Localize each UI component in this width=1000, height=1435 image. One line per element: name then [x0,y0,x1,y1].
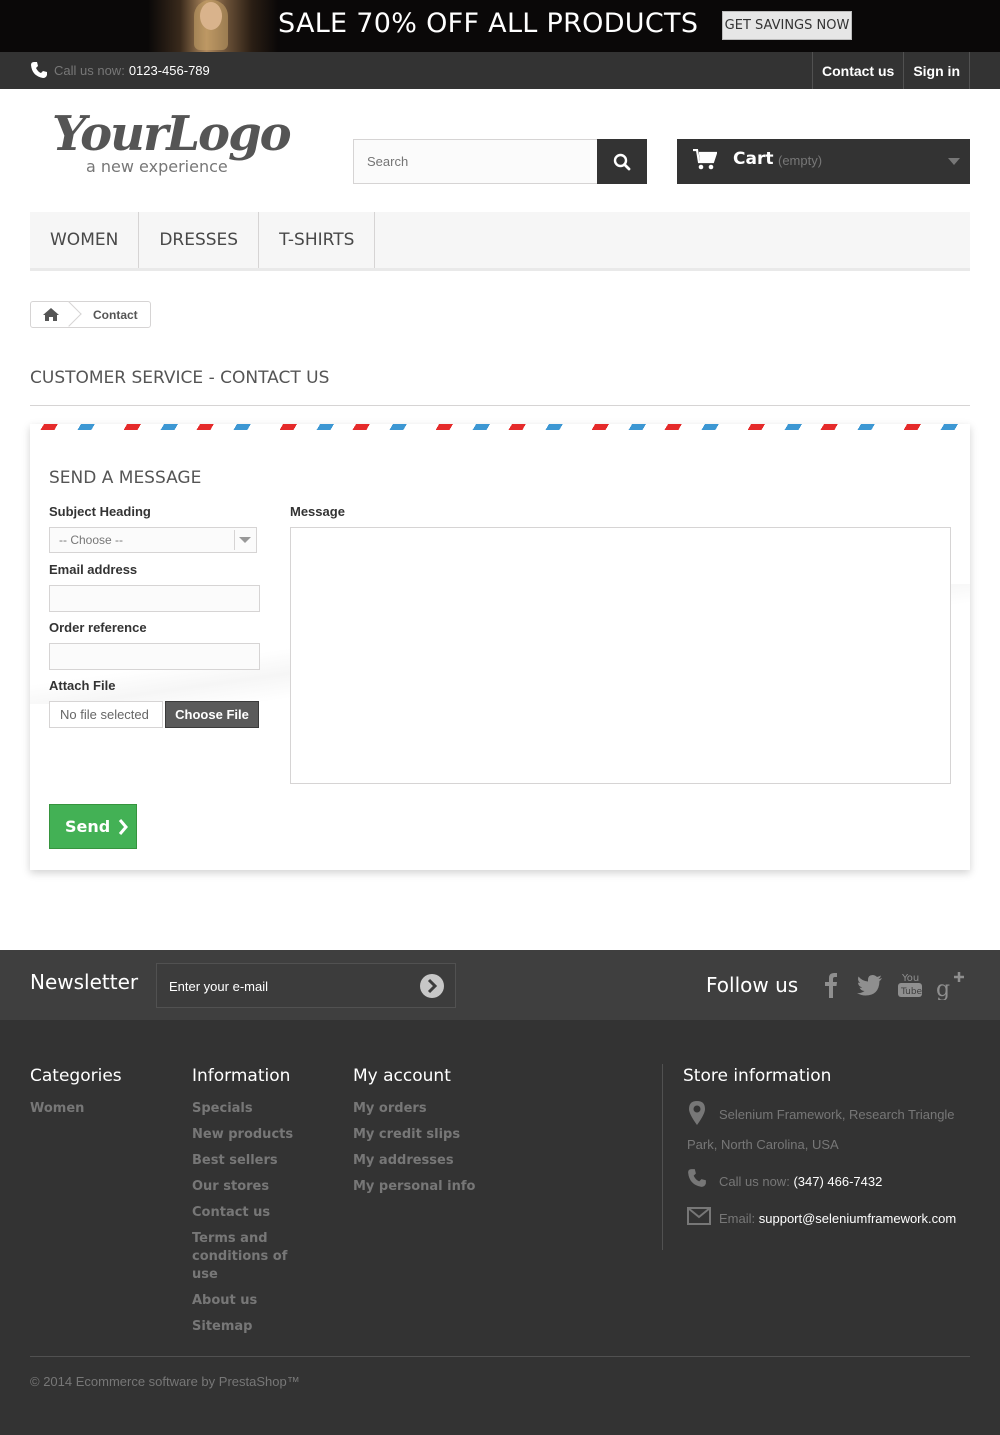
information-title: Information [192,1066,291,1086]
contact-form: SEND A MESSAGE Subject Heading -- Choose… [30,424,970,870]
subject-select[interactable]: -- Choose -- [49,527,257,553]
choose-file-button[interactable]: Choose File [165,701,259,728]
phone-icon [688,1169,706,1187]
store-logo[interactable]: YourLogo a new experience [52,106,292,186]
menu-item-women[interactable]: WOMEN [30,212,140,268]
copyright[interactable]: © 2014 Ecommerce software by PrestaShop™ [30,1374,300,1389]
contact-us-link[interactable]: Contact us [811,52,903,89]
footer: Categories Women Information Specials Ne… [0,1020,1000,1435]
send-button[interactable]: Send [49,804,137,849]
message-label: Message [290,504,345,519]
search-input[interactable] [353,139,598,184]
store-email-label: Email: [719,1211,756,1226]
divider [662,1064,663,1250]
attach-file-label: Attach File [49,678,116,693]
breadcrumb-current: Contact [93,307,138,322]
home-icon [43,308,59,321]
map-pin-icon [689,1101,705,1125]
cart-icon [693,149,717,170]
breadcrumb-home[interactable] [31,302,71,327]
email-field[interactable] [49,585,260,612]
store-address-line1: Selenium Framework, Research Triangle [719,1107,955,1122]
my-account-list: My orders My credit slips My addresses M… [353,1100,475,1204]
logo-tagline: a new experience [86,157,228,176]
form-title: SEND A MESSAGE [49,468,202,488]
promo-banner[interactable]: SALE 70% OFF ALL PRODUCTS GET SAVINGS NO… [0,0,1000,52]
footer-link-addresses[interactable]: My addresses [353,1152,475,1170]
page-title: CUSTOMER SERVICE - CONTACT US [30,368,970,406]
store-call-label: Call us now: [719,1174,790,1189]
arrow-circle-icon[interactable] [419,973,445,999]
footer-link-personal-info[interactable]: My personal info [353,1178,475,1196]
store-information-title: Store information [683,1066,832,1086]
email-label: Email address [49,562,138,577]
breadcrumb: Contact [30,301,151,328]
search-button[interactable] [597,139,647,184]
follow-us-title: Follow us [706,973,799,997]
sign-in-link[interactable]: Sign in [903,52,970,89]
store-phone-number: (347) 466-7432 [793,1174,883,1189]
footer-link-about-us[interactable]: About us [192,1292,312,1310]
search-form [353,139,647,184]
airmail-stripes [30,424,970,430]
newsletter-email-input[interactable]: Enter your e-mail [156,963,456,1008]
shop-phone: Call us now: 0123-456-789 [30,61,210,79]
order-reference-field[interactable] [49,643,260,670]
footer-link-women[interactable]: Women [30,1100,84,1118]
search-icon [613,153,631,170]
chevron-down-icon [234,530,254,550]
subject-selected-value: -- Choose -- [59,533,124,547]
menu-item-dresses[interactable]: DRESSES [139,212,260,268]
phone-number: 0123-456-789 [128,62,210,78]
twitter-icon[interactable] [856,970,884,1000]
footer-link-terms[interactable]: Terms and conditions of use [192,1230,312,1284]
phone-icon [31,62,47,78]
svg-text:Tube: Tube [900,987,923,997]
my-account-title: My account [353,1066,451,1086]
message-textarea[interactable] [290,527,951,784]
footer-link-credit-slips[interactable]: My credit slips [353,1126,475,1144]
footer-link-sitemap[interactable]: Sitemap [192,1318,312,1336]
chevron-down-icon [948,158,960,165]
store-phone: Call us now: (347) 466-7432 [719,1167,882,1197]
envelope-icon [687,1207,711,1225]
order-reference-label: Order reference [49,620,147,635]
get-savings-button[interactable]: GET SAVINGS NOW [722,11,852,40]
footer-link-specials[interactable]: Specials [192,1100,312,1118]
cart-label: Cart [733,149,774,169]
main-menu: WOMEN DRESSES T-SHIRTS [30,212,970,271]
categories-title: Categories [30,1066,122,1086]
divider [30,1356,970,1357]
categories-list: Women [30,1100,84,1126]
facebook-icon[interactable] [818,970,846,1000]
banner-model-image [148,0,278,52]
store-address-line2: Park, North Carolina, USA [687,1137,839,1152]
banner-headline: SALE 70% OFF ALL PRODUCTS [278,8,699,39]
send-label: Send [65,817,111,836]
information-list: Specials New products Best sellers Our s… [192,1100,312,1344]
newsletter-placeholder: Enter your e-mail [169,979,268,994]
call-label: Call us now: [54,62,125,78]
footer-link-best-sellers[interactable]: Best sellers [192,1152,312,1170]
youtube-icon[interactable]: You Tube [896,970,924,1000]
newsletter-title: Newsletter [30,970,139,994]
newsletter-bar: Newsletter Enter your e-mail Follow us Y… [0,950,1000,1020]
chevron-right-icon [119,818,129,835]
store-email: Email: support@seleniumframework.com [719,1204,956,1234]
footer-link-new-products[interactable]: New products [192,1126,312,1144]
store-email-link[interactable]: support@seleniumframework.com [759,1211,956,1226]
cart-status: (empty) [778,153,823,168]
footer-link-my-orders[interactable]: My orders [353,1100,475,1118]
cart-block[interactable]: Cart (empty) [677,139,970,184]
footer-link-contact-us[interactable]: Contact us [192,1204,312,1222]
file-status: No file selected [49,701,163,728]
google-plus-icon[interactable]: g [936,970,964,1000]
svg-text:You: You [901,973,919,984]
footer-link-our-stores[interactable]: Our stores [192,1178,312,1196]
menu-item-tshirts[interactable]: T-SHIRTS [259,212,376,268]
top-nav-bar: Call us now: 0123-456-789 Contact us Sig… [0,52,1000,89]
svg-text:g: g [936,977,950,1000]
logo-text: YourLogo [52,106,292,162]
subject-label: Subject Heading [49,504,151,519]
